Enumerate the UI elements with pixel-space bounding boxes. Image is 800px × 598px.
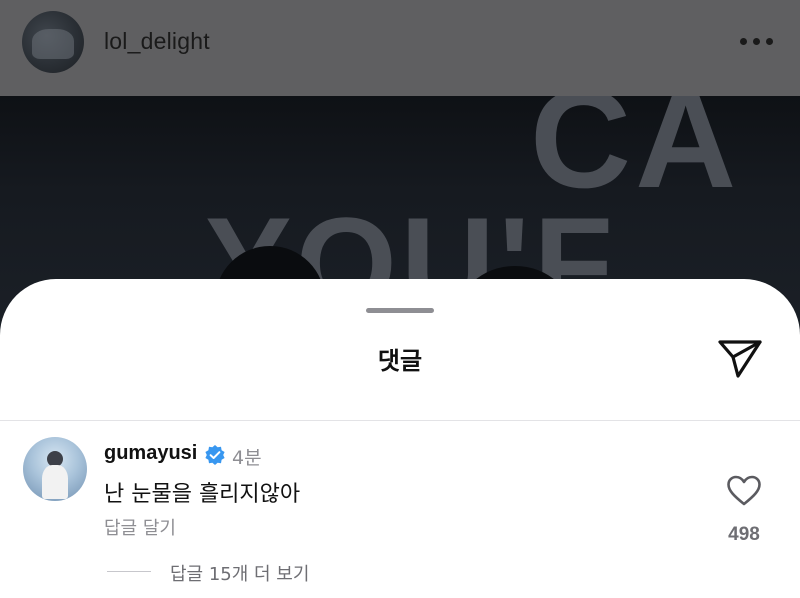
heart-icon[interactable]: [726, 475, 762, 507]
post-header: lol_delight: [0, 0, 800, 96]
post-author-username[interactable]: lol_delight: [104, 28, 210, 55]
more-options-icon[interactable]: [738, 38, 774, 46]
sheet-divider: [0, 420, 800, 421]
commenter-avatar[interactable]: [23, 437, 87, 501]
commenter-username[interactable]: gumayusi: [104, 442, 197, 465]
verified-badge-icon: [204, 444, 226, 466]
comment-timestamp: 4분: [232, 447, 262, 469]
comments-sheet: 댓글 gumayusi 4분 난 눈물을 흘리지않아 답글 달기 498 답글 …: [0, 279, 800, 598]
comment-text: 난 눈물을 흘리지않아: [104, 482, 301, 507]
send-icon[interactable]: [716, 336, 764, 380]
like-count: 498: [728, 524, 760, 545]
sheet-grabber[interactable]: [366, 308, 434, 313]
view-replies-button[interactable]: 답글 15개 더 보기: [170, 560, 309, 586]
sheet-title: 댓글: [377, 347, 423, 375]
post-author-avatar[interactable]: [22, 11, 84, 73]
reply-button[interactable]: 답글 달기: [104, 514, 176, 540]
replies-divider-line: [107, 571, 151, 572]
